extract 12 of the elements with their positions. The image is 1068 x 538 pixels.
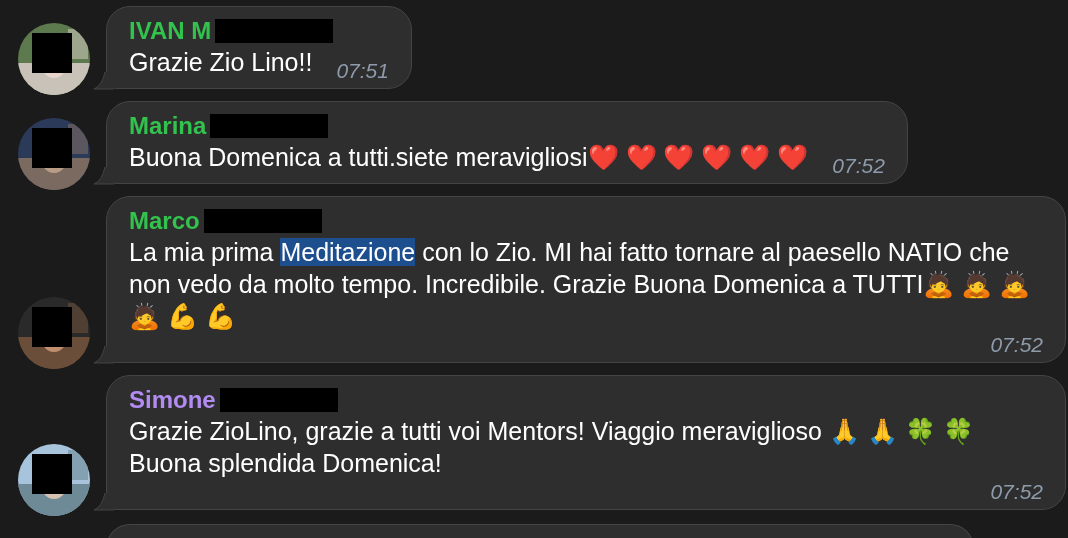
message-time: 07:51 <box>335 58 389 84</box>
sender-name[interactable]: Marco <box>129 206 200 236</box>
sender-name[interactable]: Marina <box>129 111 207 141</box>
message-text: Grazie Zio Lino!! <box>129 47 313 78</box>
sender-name[interactable]: IVAN M <box>129 16 212 46</box>
message-time: 07:52 <box>989 479 1043 505</box>
sender-name[interactable]: Simone <box>129 385 216 415</box>
message-text: Buona Domenica a tutti.siete meravigliosi❤ ❤ ❤ ❤ ❤ ❤ <box>129 142 809 173</box>
message-time: 07:52 <box>989 332 1043 358</box>
message-text: La mia prima Meditazione con lo Zio. MI hai fatto tornare al paesello NATIO che non vedo da molto tempo. Incredibile. Grazie Buona Domenica a TUTTI🙇 🙇 🙇 🙇 💪 💪 <box>129 237 1032 332</box>
message-text: Grazie ZioLino, grazie a tutti voi Mentors! Viaggio meraviglioso 🙏 🙏 🍀 🍀 Buona splendida Domenica! <box>129 416 975 479</box>
message-time: 07:52 <box>831 153 885 179</box>
